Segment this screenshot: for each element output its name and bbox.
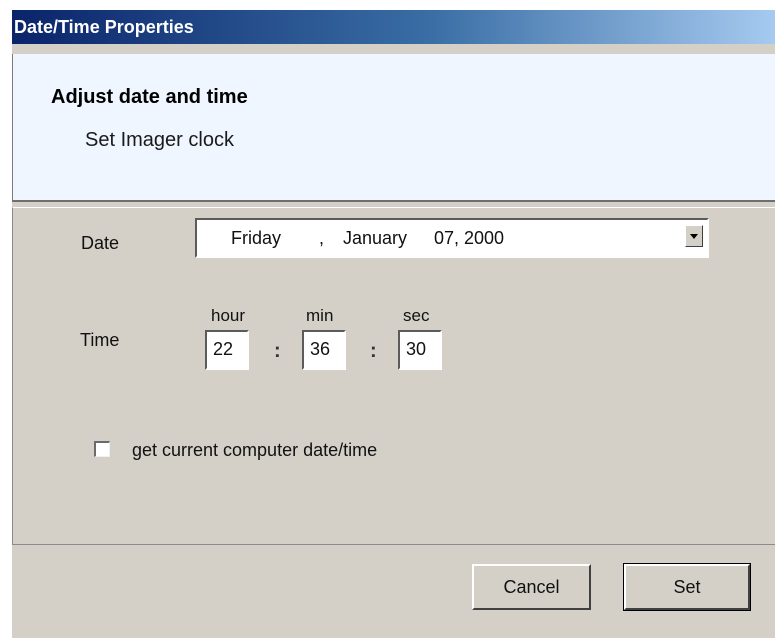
chevron-down-icon[interactable]	[685, 225, 703, 247]
time-label: Time	[80, 330, 120, 350]
wizard-header: Adjust date and time Set Imager clock	[12, 54, 775, 202]
date-month[interactable]: January	[343, 228, 407, 249]
current-time-checkbox[interactable]	[94, 441, 110, 457]
date-weekday[interactable]: Friday	[231, 228, 281, 249]
set-button[interactable]: Set	[623, 563, 751, 611]
date-day-year[interactable]: 07, 2000	[434, 228, 504, 249]
date-time-dialog: Date/Time Properties Adjust date and tim…	[12, 10, 775, 638]
header-title: Adjust date and time	[51, 86, 248, 108]
hour-input[interactable]: 22	[205, 330, 249, 370]
date-picker[interactable]: Friday , January 07, 2000	[195, 218, 709, 258]
hour-min-separator: :	[274, 340, 281, 362]
min-sec-separator: :	[370, 340, 377, 362]
sec-label: sec	[403, 306, 430, 325]
title-bar: Date/Time Properties	[12, 10, 775, 44]
hour-label: hour	[211, 306, 246, 325]
current-time-checkbox-label[interactable]: get current computer date/time	[132, 440, 377, 461]
header-subtitle: Set Imager clock	[85, 129, 234, 151]
window-title: Date/Time Properties	[14, 17, 194, 37]
min-input[interactable]: 36	[302, 330, 346, 370]
cancel-button[interactable]: Cancel	[472, 564, 591, 610]
sec-input[interactable]: 30	[398, 330, 442, 370]
date-separator: ,	[319, 228, 325, 248]
date-label: Date	[81, 233, 120, 253]
min-label: min	[306, 306, 334, 325]
